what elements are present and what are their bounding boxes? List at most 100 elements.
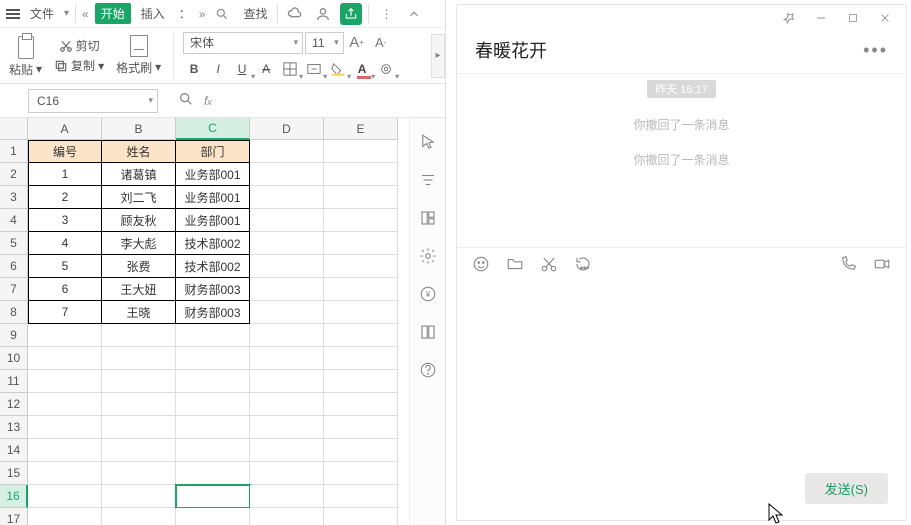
cell[interactable]	[176, 324, 250, 347]
share-button[interactable]	[340, 3, 362, 25]
row-header[interactable]: 10	[0, 347, 28, 370]
cell[interactable]	[176, 393, 250, 416]
cell[interactable]	[250, 508, 324, 525]
cell[interactable]	[324, 393, 398, 416]
layout-tool-icon[interactable]	[418, 208, 438, 228]
row-header[interactable]: 2	[0, 163, 28, 186]
cell[interactable]	[324, 255, 398, 278]
cell[interactable]	[176, 347, 250, 370]
cell[interactable]: 业务部001	[176, 186, 250, 209]
cell[interactable]	[250, 347, 324, 370]
column-header[interactable]: B	[102, 118, 176, 140]
menu-file[interactable]: 文件	[26, 3, 58, 24]
italic-button[interactable]: I	[207, 58, 229, 80]
cell[interactable]	[250, 301, 324, 324]
cell[interactable]	[28, 485, 102, 508]
paste-button[interactable]: 粘贴▾	[6, 60, 45, 79]
folder-icon[interactable]	[505, 254, 525, 274]
cell[interactable]	[250, 209, 324, 232]
cell[interactable]	[102, 347, 176, 370]
column-header[interactable]: C	[176, 118, 250, 140]
cell[interactable]	[324, 301, 398, 324]
cell[interactable]: 业务部001	[176, 209, 250, 232]
cell[interactable]	[250, 416, 324, 439]
cell[interactable]	[176, 416, 250, 439]
cell[interactable]	[324, 485, 398, 508]
row-header[interactable]: 7	[0, 278, 28, 301]
cell[interactable]: 顾友秋	[102, 209, 176, 232]
cell[interactable]	[102, 370, 176, 393]
cell[interactable]: 姓名	[102, 140, 176, 163]
cell[interactable]: 2	[28, 186, 102, 209]
cell[interactable]	[102, 508, 176, 525]
effects-button[interactable]: ▾	[375, 58, 397, 80]
cell[interactable]	[324, 508, 398, 525]
close-icon[interactable]	[874, 7, 896, 29]
paste-icon[interactable]	[15, 33, 37, 59]
cell[interactable]	[324, 416, 398, 439]
collapse-ribbon-icon[interactable]	[403, 3, 425, 25]
cell[interactable]: 诸葛镇	[102, 163, 176, 186]
cell[interactable]	[250, 232, 324, 255]
cell[interactable]	[102, 393, 176, 416]
cell[interactable]	[250, 278, 324, 301]
menu-insert[interactable]: 插入	[137, 3, 169, 24]
cell[interactable]: 张费	[102, 255, 176, 278]
cell[interactable]	[324, 439, 398, 462]
phone-icon[interactable]	[838, 254, 858, 274]
cell[interactable]	[28, 393, 102, 416]
cut-button[interactable]: 剪切	[56, 36, 103, 55]
font-shrink-button[interactable]: A-	[370, 32, 392, 54]
cell[interactable]: 技术部002	[176, 255, 250, 278]
row-header[interactable]: 9	[0, 324, 28, 347]
cell[interactable]: 4	[28, 232, 102, 255]
kebab-icon[interactable]: ⋮	[375, 3, 397, 25]
cell[interactable]	[176, 462, 250, 485]
row-header[interactable]: 6	[0, 255, 28, 278]
search-icon[interactable]	[211, 3, 233, 25]
cell[interactable]	[250, 140, 324, 163]
gear-tool-icon[interactable]	[418, 246, 438, 266]
sheet-area[interactable]: ABCDE 12345678910111213141516171819 编号姓名…	[0, 118, 445, 525]
cell[interactable]	[324, 209, 398, 232]
hamburger-icon[interactable]	[6, 7, 20, 21]
fx-label[interactable]: fx	[204, 94, 212, 108]
cell[interactable]	[250, 462, 324, 485]
cell[interactable]	[28, 370, 102, 393]
underline-button[interactable]: U▾	[231, 58, 253, 80]
menu-search[interactable]: 查找	[239, 3, 271, 24]
menu-more[interactable]: ：	[175, 3, 193, 24]
cell[interactable]	[176, 439, 250, 462]
cell[interactable]	[250, 163, 324, 186]
cell[interactable]	[324, 163, 398, 186]
strike-button[interactable]: A	[255, 58, 277, 80]
row-header[interactable]: 3	[0, 186, 28, 209]
cell[interactable]: 财务部003	[176, 301, 250, 324]
row-header[interactable]: 5	[0, 232, 28, 255]
cell[interactable]	[250, 439, 324, 462]
merge-button[interactable]: ▾	[303, 58, 325, 80]
column-header[interactable]: D	[250, 118, 324, 140]
send-button[interactable]: 发送(S)	[805, 473, 888, 504]
cell[interactable]: 1	[28, 163, 102, 186]
cell[interactable]	[28, 324, 102, 347]
cell[interactable]	[28, 439, 102, 462]
cell[interactable]: 财务部003	[176, 278, 250, 301]
cell[interactable]	[324, 462, 398, 485]
cell[interactable]: 部门	[176, 140, 250, 163]
cell[interactable]: 王大妞	[102, 278, 176, 301]
menu-start[interactable]: 开始	[95, 3, 131, 24]
cell[interactable]	[250, 186, 324, 209]
cell[interactable]	[28, 416, 102, 439]
brush-icon[interactable]	[130, 35, 148, 57]
font-grow-button[interactable]: A+	[346, 32, 368, 54]
row-header[interactable]: 14	[0, 439, 28, 462]
fill-color-button[interactable]: ▾	[327, 58, 349, 80]
cell[interactable]	[102, 324, 176, 347]
cell[interactable]	[176, 508, 250, 525]
maximize-icon[interactable]	[842, 7, 864, 29]
cell[interactable]	[28, 347, 102, 370]
row-header[interactable]: 12	[0, 393, 28, 416]
menu-next[interactable]: »	[199, 7, 206, 21]
cell[interactable]	[324, 324, 398, 347]
